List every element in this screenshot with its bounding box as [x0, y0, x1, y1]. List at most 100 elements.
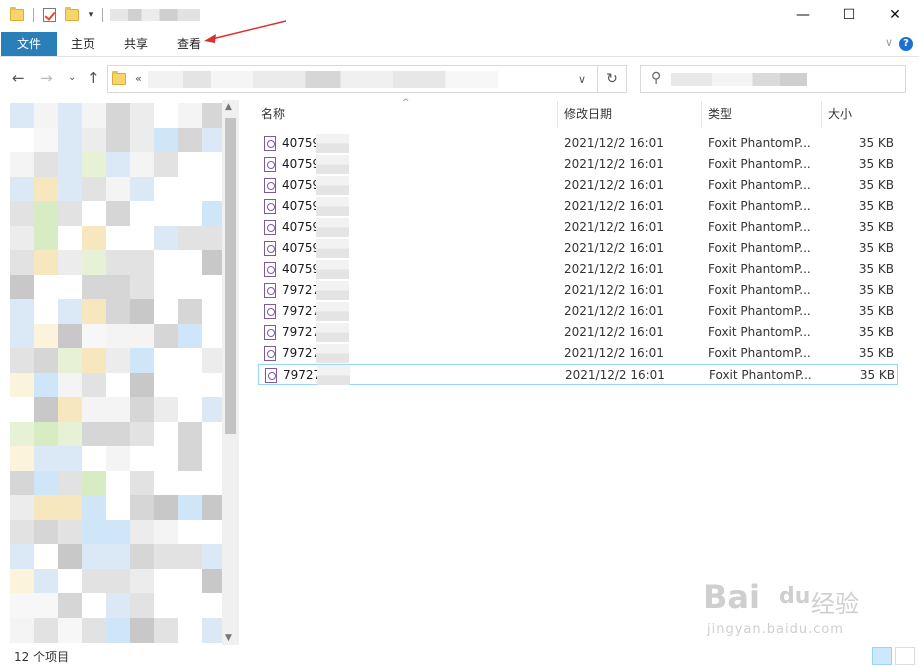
file-name: 40759	[282, 241, 321, 255]
large-icons-view-icon[interactable]	[895, 647, 915, 665]
redacted-pixel	[34, 201, 59, 226]
redacted-pixel	[202, 323, 222, 349]
redacted-pixel	[82, 519, 107, 545]
breadcrumb-overflow[interactable]: «	[135, 72, 142, 85]
search-input[interactable]: ⚲	[640, 65, 906, 93]
redacted-pixel	[82, 372, 107, 398]
redacted-pixel	[106, 593, 131, 618]
redacted-pixel	[130, 446, 155, 471]
list-item[interactable]: 40759 2021/12/2 16:01 Foxit PhantomP... 35 …	[258, 238, 898, 259]
foxit-file-icon	[264, 136, 276, 151]
recent-locations-icon[interactable]: ⌄	[68, 72, 76, 83]
file-size: 35 KB	[858, 304, 894, 318]
up-arrow-icon[interactable]: ↑	[87, 69, 100, 87]
file-name: 40759	[282, 178, 321, 192]
list-item-selected[interactable]: 79727 2021/12/2 16:01 Foxit PhantomP... 35 …	[258, 364, 898, 385]
redacted-pixel	[106, 103, 131, 128]
list-item[interactable]: 40759 2021/12/2 16:01 Foxit PhantomP... 35 …	[258, 217, 898, 238]
redacted-pixel	[154, 127, 179, 153]
redacted-pixel	[178, 127, 203, 153]
navigation-pane-redacted[interactable]	[10, 103, 222, 643]
redacted-pixel	[130, 421, 155, 447]
redacted-pixel	[154, 495, 179, 520]
redacted-pixel	[10, 274, 35, 300]
foxit-file-icon	[264, 346, 276, 361]
list-item[interactable]: 40759 2021/12/2 16:01 Foxit PhantomP... 35 …	[258, 175, 898, 196]
redacted-pixel	[178, 617, 203, 643]
column-header-name[interactable]: 名称	[261, 101, 285, 128]
file-size: 35 KB	[858, 199, 894, 213]
redacted-pixel	[106, 617, 131, 643]
refresh-icon[interactable]: ↻	[598, 65, 627, 93]
search-icon: ⚲	[651, 70, 662, 86]
watermark-brand-cn: 经验	[811, 590, 859, 618]
list-item[interactable]: 40759 2021/12/2 16:01 Foxit PhantomP... 35 …	[258, 133, 898, 154]
column-header-date[interactable]: 修改日期	[564, 101, 612, 128]
list-item[interactable]: 79727 2021/12/2 16:01 Foxit PhantomP... 35 …	[258, 322, 898, 343]
file-type: Foxit PhantomP...	[708, 241, 811, 255]
redacted-pixel	[178, 470, 203, 496]
file-name: 40759	[282, 199, 321, 213]
redacted-pixel	[34, 617, 59, 643]
redacted-pixel	[178, 397, 203, 422]
redacted-pixel	[202, 593, 222, 618]
redacted-pixel	[34, 397, 59, 422]
item-count: 12 个项目	[14, 650, 70, 664]
redacted-pixel	[82, 421, 107, 447]
redacted-pixel	[34, 250, 59, 275]
redacted-pixel	[34, 495, 59, 520]
address-bar[interactable]: « ∨	[107, 65, 598, 93]
redacted-pixel	[154, 568, 179, 594]
list-item[interactable]: 79727 2021/12/2 16:01 Foxit PhantomP... 35 …	[258, 343, 898, 364]
redacted-pixel	[82, 568, 107, 594]
redacted-pixel	[178, 446, 203, 471]
redacted-pixel	[154, 617, 179, 643]
redacted-pixel	[202, 225, 222, 251]
redacted-pixel	[154, 519, 179, 545]
nav-pane-scrollbar[interactable]: ▲ ▼	[222, 100, 239, 645]
file-date: 2021/12/2 16:01	[564, 178, 664, 192]
foxit-file-icon	[264, 262, 276, 277]
redacted-pixel	[34, 470, 59, 496]
redacted-pixel	[10, 544, 35, 569]
column-header-type[interactable]: 类型	[708, 101, 732, 128]
address-dropdown-icon[interactable]: ∨	[578, 73, 586, 86]
redacted-pixel	[82, 323, 107, 349]
redacted-pixel	[34, 348, 59, 373]
scroll-down-icon[interactable]: ▼	[225, 633, 232, 643]
redacted-pixel	[106, 201, 131, 226]
file-size: 35 KB	[858, 262, 894, 276]
column-separator[interactable]	[821, 101, 822, 128]
redacted-pixel	[106, 274, 131, 300]
redacted-pixel	[58, 250, 83, 275]
list-item[interactable]: 79727 2021/12/2 16:01 Foxit PhantomP... 35 …	[258, 301, 898, 322]
file-name: 79727	[282, 325, 321, 339]
list-item[interactable]: 40759 2021/12/2 16:01 Foxit PhantomP... 35 …	[258, 196, 898, 217]
redacted-pixel	[58, 323, 83, 349]
list-item[interactable]: 79727 2021/12/2 16:01 Foxit PhantomP... 35 …	[258, 280, 898, 301]
list-item[interactable]: 40759 2021/12/2 16:01 Foxit PhantomP... 35 …	[258, 259, 898, 280]
scrollbar-thumb[interactable]	[225, 118, 236, 434]
redacted-pixel	[202, 446, 222, 471]
redacted-pixel	[106, 299, 131, 324]
scroll-up-icon[interactable]: ▲	[225, 102, 232, 112]
redacted-pixel	[202, 617, 222, 643]
list-item[interactable]: 40759 2021/12/2 16:01 Foxit PhantomP... 35 …	[258, 154, 898, 175]
file-type: Foxit PhantomP...	[708, 346, 811, 360]
redacted-pixel	[202, 348, 222, 373]
back-arrow-icon[interactable]: ←	[12, 69, 25, 87]
column-header-size[interactable]: 大小	[828, 101, 852, 128]
redacted-pixel	[82, 176, 107, 202]
redacted-pixel	[82, 127, 107, 153]
details-view-icon[interactable]	[872, 647, 892, 665]
file-size: 35 KB	[858, 157, 894, 171]
redacted-pixel	[58, 544, 83, 569]
forward-arrow-icon[interactable]: →	[40, 69, 53, 87]
redacted-pixel	[130, 593, 155, 618]
redacted-pixel	[106, 323, 131, 349]
column-separator[interactable]	[701, 101, 702, 128]
redacted-pixel	[202, 127, 222, 153]
redacted-pixel	[34, 593, 59, 618]
file-name-redacted	[316, 260, 349, 279]
column-separator[interactable]	[557, 101, 558, 128]
